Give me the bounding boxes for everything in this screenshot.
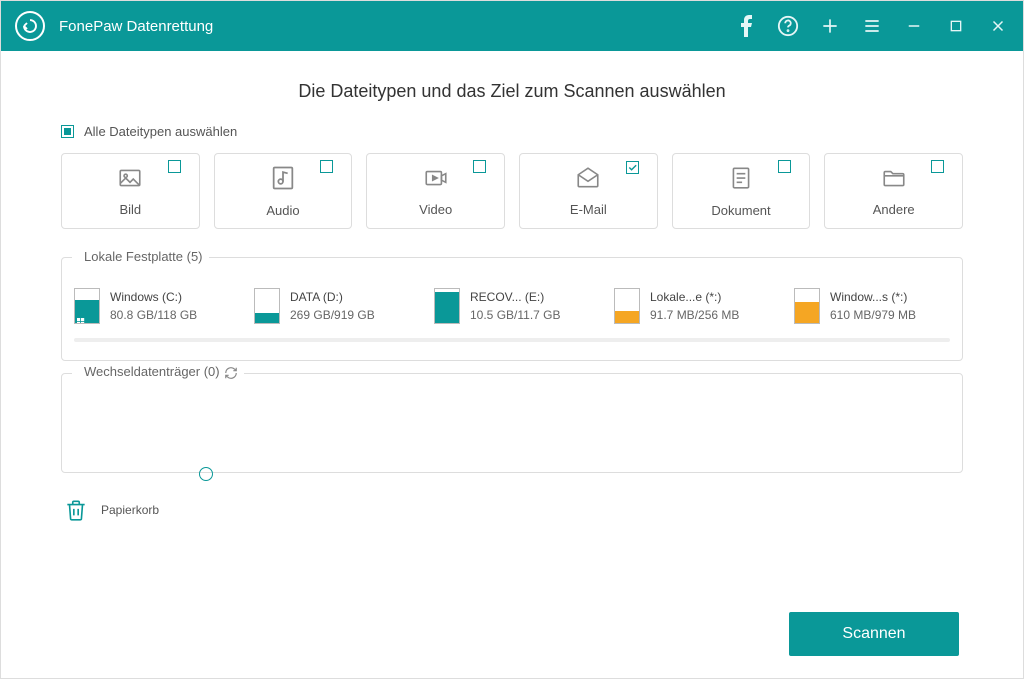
drive-info: Windows (C:)80.8 GB/118 GB <box>110 290 197 322</box>
local-drives-section: Lokale Festplatte (5) Windows (C:)80.8 G… <box>61 257 963 361</box>
app-window: FonePaw Datenrettung Die Dateitypen und … <box>0 0 1024 679</box>
trash-icon <box>61 495 91 525</box>
drive-icon <box>74 288 100 324</box>
drive-item[interactable]: RECOV... (E:)10.5 GB/11.7 GB <box>434 288 604 324</box>
card-label: Andere <box>873 202 915 217</box>
filetype-card-audio[interactable]: Audio <box>214 153 353 229</box>
drives-scrollbar[interactable] <box>74 338 950 342</box>
select-all-label: Alle Dateitypen auswählen <box>84 124 237 139</box>
card-checkbox[interactable] <box>168 160 181 173</box>
drives-row: Windows (C:)80.8 GB/118 GB DATA (D:)269 G… <box>74 288 950 324</box>
folder-icon <box>879 165 909 196</box>
drive-icon <box>794 288 820 324</box>
card-checkbox[interactable] <box>778 160 791 173</box>
card-label: Video <box>419 202 452 217</box>
drive-item[interactable]: DATA (D:)269 GB/919 GB <box>254 288 424 324</box>
recycle-radio[interactable] <box>199 467 213 481</box>
close-icon[interactable] <box>987 15 1009 37</box>
mail-icon <box>573 165 603 196</box>
help-icon[interactable] <box>777 15 799 37</box>
refresh-icon[interactable] <box>224 366 238 380</box>
card-checkbox[interactable] <box>473 160 486 173</box>
audio-icon <box>269 164 297 197</box>
filetype-card-folder[interactable]: Andere <box>824 153 963 229</box>
footer: Scannen <box>789 612 963 656</box>
removable-drives-label: Wechseldatenträger (0) <box>78 364 220 379</box>
drive-info: Lokale...e (*:)91.7 MB/256 MB <box>650 290 739 322</box>
recycle-label: Papierkorb <box>101 503 159 517</box>
card-label: Dokument <box>711 203 770 218</box>
titlebar-actions <box>735 15 1009 37</box>
removable-drives-section: Wechseldatenträger (0) <box>61 373 963 473</box>
titlebar: FonePaw Datenrettung <box>1 1 1023 51</box>
drive-icon <box>254 288 280 324</box>
card-checkbox[interactable] <box>626 161 639 174</box>
local-drives-label: Lokale Festplatte (5) <box>78 249 203 264</box>
drive-item[interactable]: Window...s (*:)610 MB/979 MB <box>794 288 950 324</box>
card-label: Audio <box>266 203 299 218</box>
drive-icon <box>614 288 640 324</box>
menu-icon[interactable] <box>861 15 883 37</box>
scan-button[interactable]: Scannen <box>789 612 959 656</box>
card-label: E-Mail <box>570 202 607 217</box>
page-heading: Die Dateitypen und das Ziel zum Scannen … <box>61 81 963 102</box>
image-icon <box>115 165 145 196</box>
drive-info: RECOV... (E:)10.5 GB/11.7 GB <box>470 290 561 322</box>
filetype-card-video[interactable]: Video <box>366 153 505 229</box>
filetype-card-image[interactable]: Bild <box>61 153 200 229</box>
drive-icon <box>434 288 460 324</box>
filetype-grid: Bild Audio Video E-Mail Dokument Andere <box>61 153 963 229</box>
maximize-icon[interactable] <box>945 15 967 37</box>
filetype-card-mail[interactable]: E-Mail <box>519 153 658 229</box>
facebook-icon[interactable] <box>735 15 757 37</box>
select-all-checkbox[interactable] <box>61 125 74 138</box>
filetype-card-document[interactable]: Dokument <box>672 153 811 229</box>
video-icon <box>421 165 451 196</box>
drive-info: Window...s (*:)610 MB/979 MB <box>830 290 916 322</box>
drive-item[interactable]: Lokale...e (*:)91.7 MB/256 MB <box>614 288 784 324</box>
plus-icon[interactable] <box>819 15 841 37</box>
main-content: Die Dateitypen und das Ziel zum Scannen … <box>1 51 1023 678</box>
minimize-icon[interactable] <box>903 15 925 37</box>
drive-info: DATA (D:)269 GB/919 GB <box>290 290 375 322</box>
recycle-bin-item[interactable]: Papierkorb <box>61 495 231 525</box>
app-title: FonePaw Datenrettung <box>59 18 213 35</box>
document-icon <box>728 164 754 197</box>
card-checkbox[interactable] <box>931 160 944 173</box>
recycle-row: Papierkorb <box>61 495 963 525</box>
drive-item[interactable]: Windows (C:)80.8 GB/118 GB <box>74 288 244 324</box>
app-logo-icon <box>15 11 45 41</box>
select-all-row[interactable]: Alle Dateitypen auswählen <box>61 124 963 139</box>
card-checkbox[interactable] <box>320 160 333 173</box>
card-label: Bild <box>119 202 141 217</box>
